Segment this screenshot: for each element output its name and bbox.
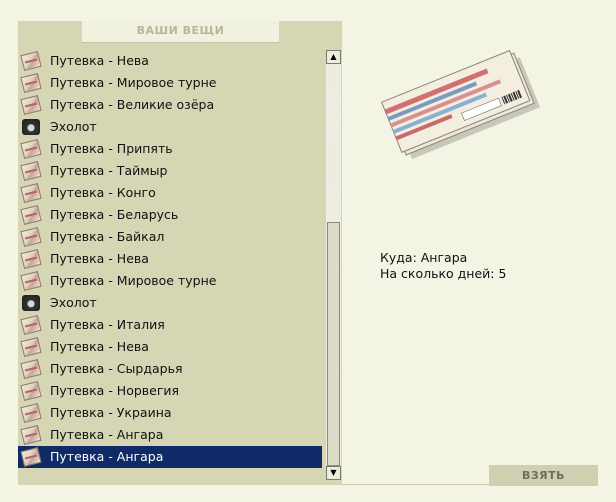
item-preview-image [372,42,542,162]
ticket-icon [20,95,42,115]
ticket-icon [20,359,42,379]
take-button[interactable]: ВЗЯТЬ [489,465,598,486]
list-item[interactable]: Путевка - Беларусь [18,204,322,226]
ticket-icon [20,447,42,467]
inventory-list[interactable]: Путевка - Нева Путевка - Мировое турне Пут… [18,50,322,468]
list-item-label: Путевка - Италия [50,317,165,332]
list-item-label: Путевка - Ангара [50,449,164,464]
arrow-up-icon: ▲ [330,52,337,61]
arrow-down-icon: ▼ [330,468,337,477]
ticket-icon [20,205,42,225]
list-item[interactable]: Путевка - Великие озёра [18,94,322,116]
scroll-up-button[interactable]: ▲ [326,50,341,64]
ticket-icon [20,271,42,291]
list-item[interactable]: Путевка - Норвегия [18,380,322,402]
panel-title: ВАШИ ВЕЩИ [136,24,225,37]
list-item-label: Путевка - Припять [50,141,173,156]
scroll-thumb[interactable] [327,222,340,466]
list-item-label: Эхолот [50,119,97,134]
ticket-book-icon [380,49,541,159]
list-item-label: Путевка - Норвегия [50,383,180,398]
list-item-label: Эхолот [50,295,97,310]
ticket-icon [20,381,42,401]
ticket-icon [20,425,42,445]
sonar-icon [22,295,40,311]
list-item-label: Путевка - Украина [50,405,172,420]
list-scrollbar[interactable]: ▲ ▼ [326,50,341,480]
list-item-label: Путевка - Мировое турне [50,273,217,288]
list-item[interactable]: Путевка - Мировое турне [18,72,322,94]
list-item[interactable]: Эхолот [18,292,322,314]
list-item-label: Путевка - Великие озёра [50,97,215,112]
ticket-icon [20,73,42,93]
list-item[interactable]: Путевка - Украина [18,402,322,424]
list-item[interactable]: Путевка - Ангара [18,446,322,468]
list-item[interactable]: Путевка - Конго [18,182,322,204]
ticket-icon [20,51,42,71]
list-item-label: Путевка - Нева [50,339,149,354]
list-item-label: Путевка - Ангара [50,427,164,442]
destination-text: Куда: Ангара [380,250,468,265]
list-item-label: Путевка - Мировое турне [50,75,217,90]
list-item-label: Путевка - Байкал [50,229,165,244]
list-item-label: Путевка - Нева [50,251,149,266]
item-details: Куда: Ангара На сколько дней: 5 [380,250,506,282]
list-item[interactable]: Путевка - Припять [18,138,322,160]
list-item[interactable]: Путевка - Ангара [18,424,322,446]
list-item-label: Путевка - Беларусь [50,207,179,222]
ticket-icon [20,161,42,181]
ticket-icon [20,337,42,357]
list-item[interactable]: Путевка - Нева [18,248,322,270]
list-item-label: Путевка - Таймыр [50,163,168,178]
ticket-icon [20,139,42,159]
list-item-label: Путевка - Нева [50,53,149,68]
scroll-down-button[interactable]: ▼ [326,466,341,480]
sonar-icon [22,119,40,135]
ticket-icon [20,227,42,247]
days-text: На сколько дней: 5 [380,266,507,281]
ticket-icon [20,183,42,203]
list-item-label: Путевка - Сырдарья [50,361,183,376]
list-item-label: Путевка - Конго [50,185,156,200]
list-item[interactable]: Путевка - Таймыр [18,160,322,182]
ticket-icon [20,403,42,423]
list-item[interactable]: Эхолот [18,116,322,138]
list-item[interactable]: Путевка - Сырдарья [18,358,322,380]
list-item[interactable]: Путевка - Нева [18,50,322,72]
list-item[interactable]: Путевка - Мировое турне [18,270,322,292]
ticket-icon [20,315,42,335]
list-item[interactable]: Путевка - Италия [18,314,322,336]
list-item[interactable]: Путевка - Нева [18,336,322,358]
ticket-icon [20,249,42,269]
list-item[interactable]: Путевка - Байкал [18,226,322,248]
